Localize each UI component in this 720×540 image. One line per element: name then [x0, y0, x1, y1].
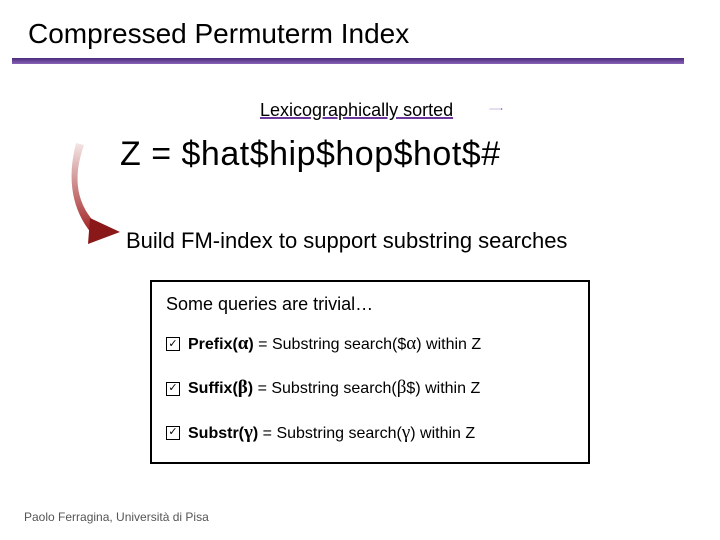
- slide-title: Compressed Permuterm Index: [0, 18, 720, 56]
- query-item-substr: ✓ Substr(γ) = Substring search(γ) within…: [166, 418, 578, 448]
- checkbox-icon: ✓: [166, 382, 180, 396]
- queries-box-title: Some queries are trivial…: [166, 294, 578, 315]
- z-expression: Z = $hat$hip$hop$hot$#: [120, 135, 501, 174]
- query-item-suffix: ✓ Suffix(β) = Substring search(β$) withi…: [166, 373, 578, 403]
- query-text: Suffix(β) = Substring search(β$) within …: [188, 373, 480, 403]
- query-text: Prefix(α) = Substring search($α) within …: [188, 329, 481, 359]
- query-rest: = Substring search(γ) within Z: [258, 425, 475, 442]
- query-text: Substr(γ) = Substring search(γ) within Z: [188, 418, 475, 448]
- build-fm-index-line: Build FM-index to support substring sear…: [126, 228, 567, 254]
- title-underline: [12, 58, 684, 64]
- query-item-prefix: ✓ Prefix(α) = Substring search($α) withi…: [166, 329, 578, 359]
- query-rest: = Substring search(β$) within Z: [253, 380, 480, 397]
- lex-sorted-label: Lexicographically sorted: [260, 100, 453, 121]
- curved-arrow-icon: [62, 140, 132, 250]
- footer-credit: Paolo Ferragina, Università di Pisa: [24, 510, 209, 524]
- query-rest: = Substring search($α) within Z: [254, 336, 481, 353]
- lex-arrow-icon: [456, 108, 536, 110]
- slide: Compressed Permuterm Index Lexicographic…: [0, 0, 720, 540]
- checkbox-icon: ✓: [166, 337, 180, 351]
- queries-box: Some queries are trivial… ✓ Prefix(α) = …: [150, 280, 590, 464]
- checkbox-icon: ✓: [166, 426, 180, 440]
